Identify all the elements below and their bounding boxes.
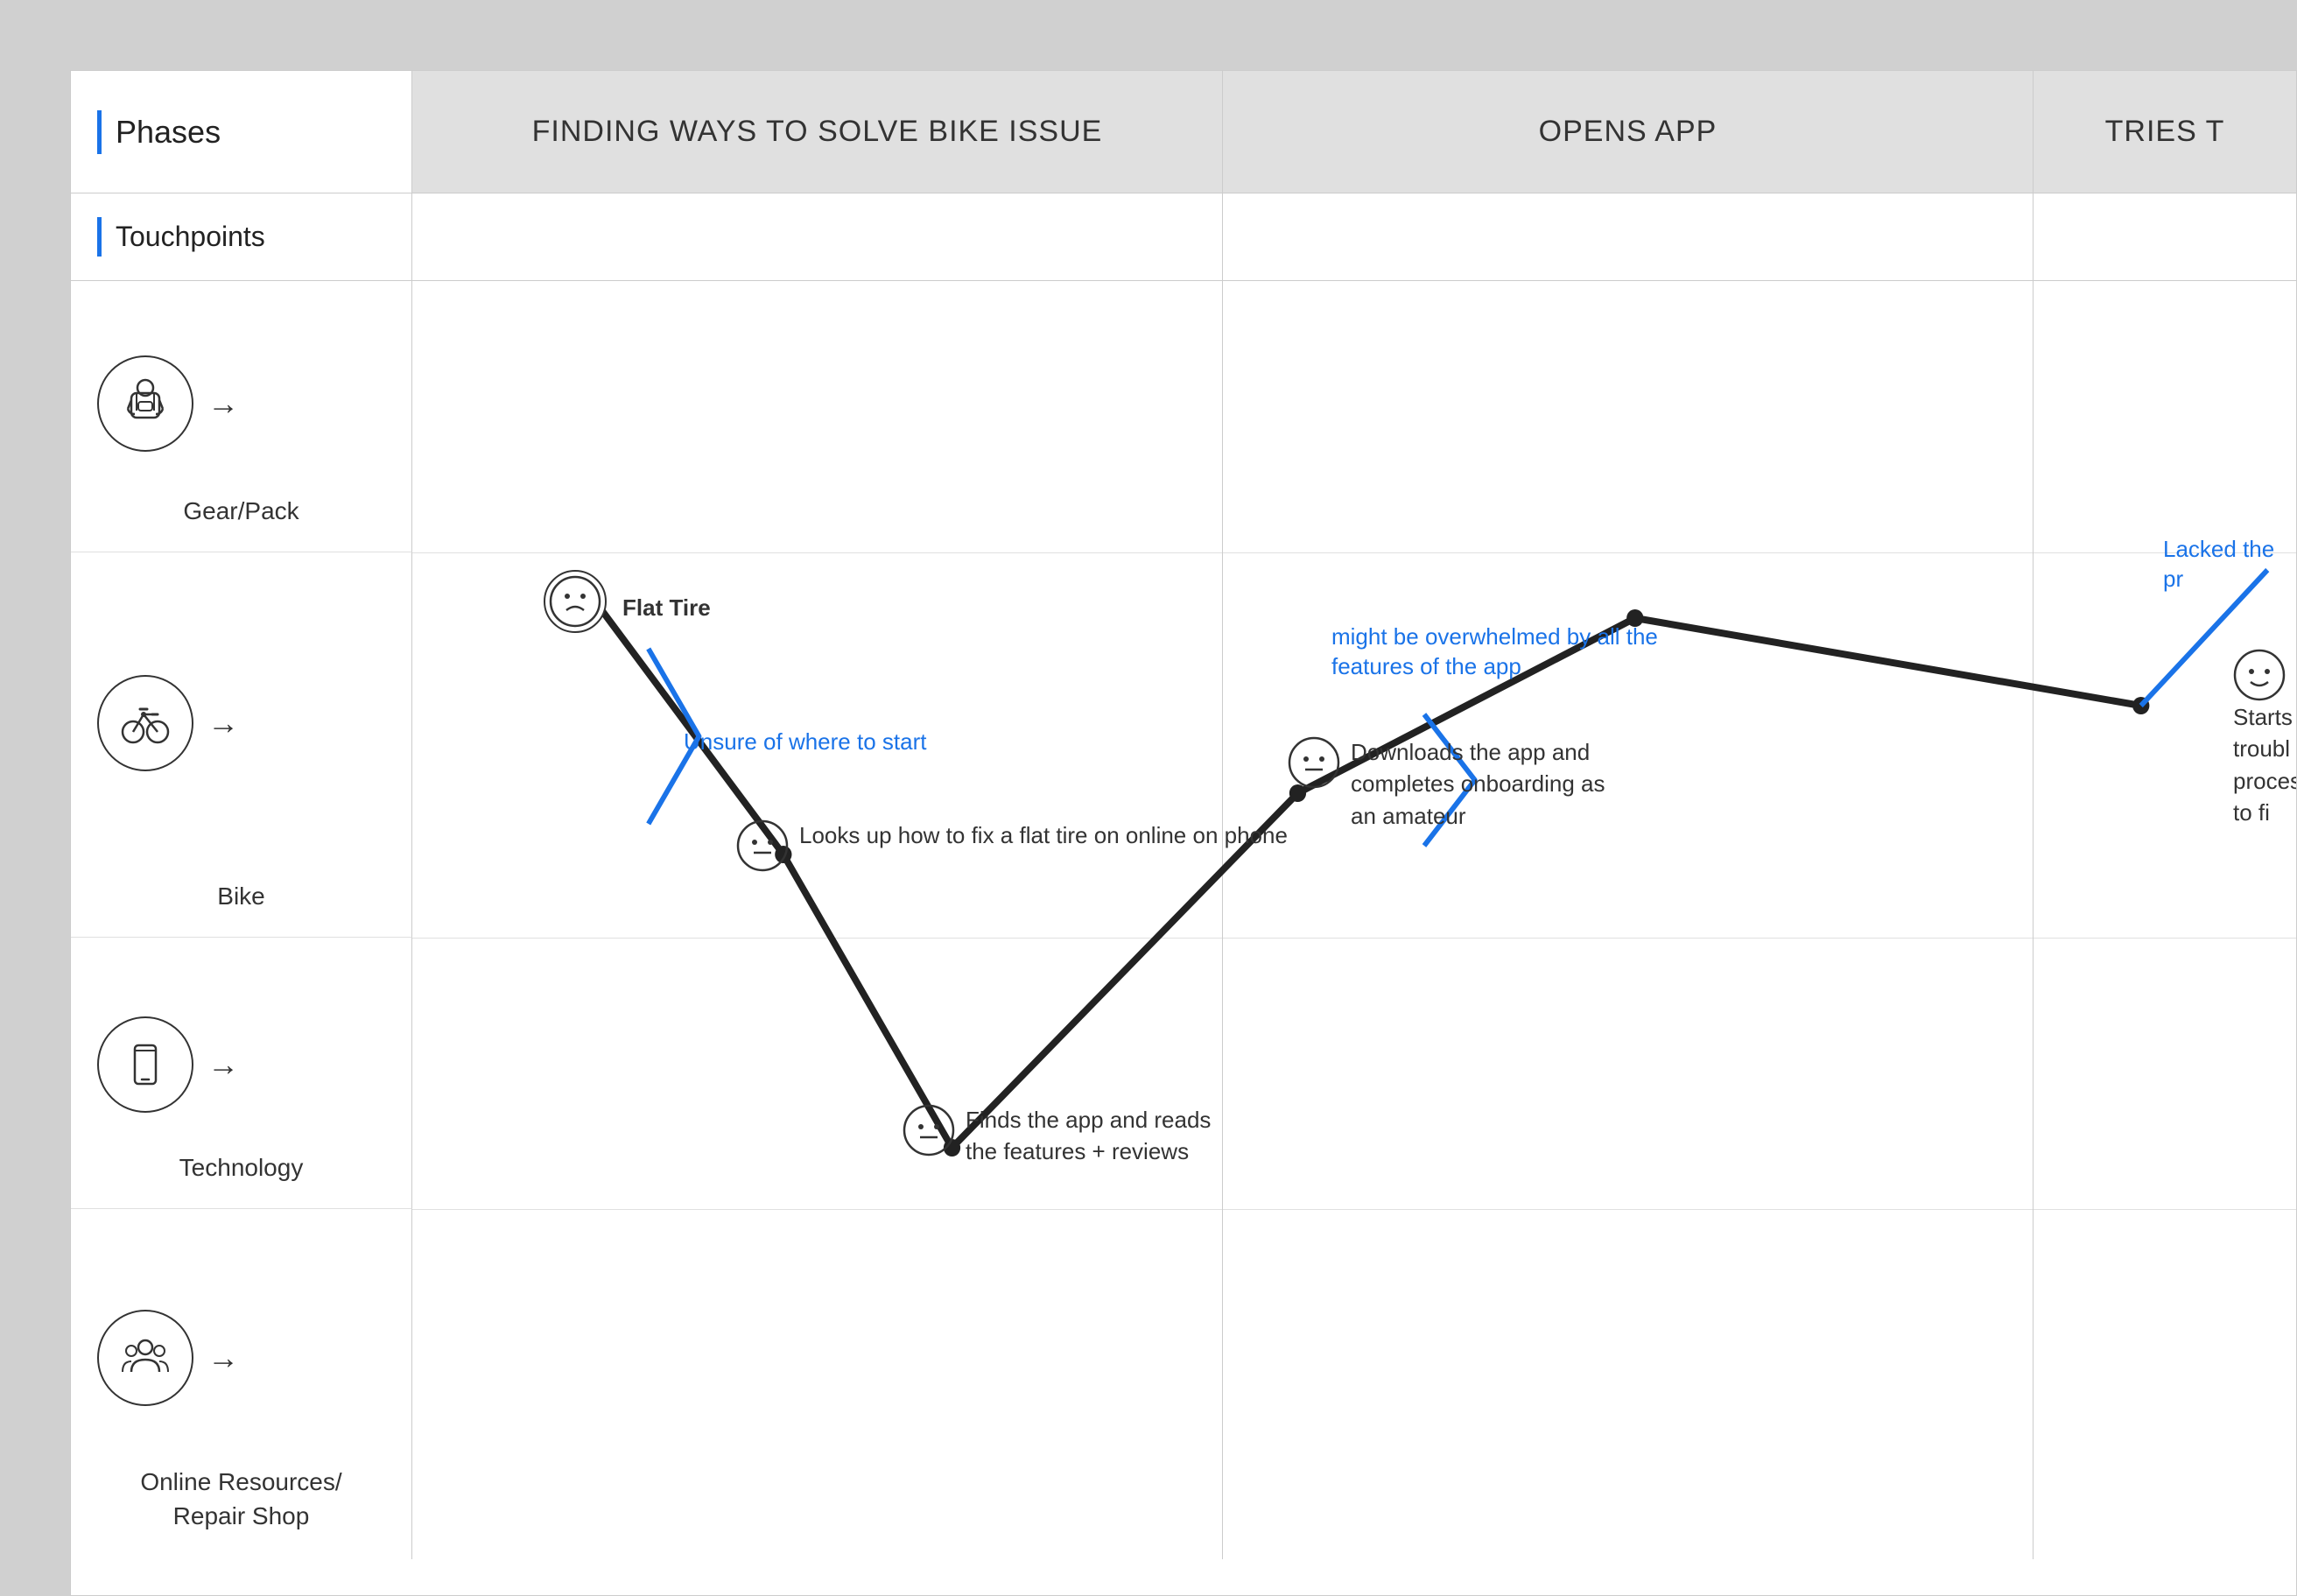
content-area: → Gear/Pack xyxy=(71,281,2296,1559)
phases-label: Phases xyxy=(116,114,221,151)
divider-6 xyxy=(1223,1209,2033,1210)
people-svg xyxy=(119,1332,172,1384)
bike-arrow: → xyxy=(207,705,239,742)
divider-2 xyxy=(412,938,1222,939)
unsure-annotation: Unsure of where to start xyxy=(684,728,926,757)
finds-app-annotation: Finds the app and readsthe features + re… xyxy=(903,1104,1211,1168)
overwhelmed-annotation: might be overwhelmed by all thefeatures … xyxy=(1331,622,1658,682)
starts-trouble-annotation: Starts troublprocess to fi xyxy=(2233,649,2297,829)
tech-label: Technology xyxy=(71,1154,411,1182)
touchpoints-col1 xyxy=(412,193,1223,280)
tech-icon-circle xyxy=(97,1016,193,1113)
bike-icon-circle xyxy=(97,675,193,771)
divider-5 xyxy=(1223,938,2033,939)
finds-app-text: Finds the app and readsthe features + re… xyxy=(966,1104,1211,1168)
divider-3 xyxy=(412,1209,1222,1210)
opens-app-header: OPENS APP xyxy=(1223,71,2034,193)
tech-arrow: → xyxy=(207,1046,239,1083)
divider-8 xyxy=(2034,938,2296,939)
lacked-pr-annotation: Lacked the pr xyxy=(2163,535,2296,594)
sidebar-online-row: → Online Resources/Repair Shop xyxy=(71,1209,412,1559)
overwhelmed-text: might be overwhelmed by all thefeatures … xyxy=(1331,623,1658,679)
online-arrow: → xyxy=(207,1339,239,1376)
sidebar-bike-row: → Bike xyxy=(71,552,412,938)
flat-tire-face xyxy=(544,570,607,633)
finding-ways-title: FINDING WAYS TO SOLVE BIKE ISSUE xyxy=(532,115,1103,149)
downloads-app-annotation: Downloads the app andcompletes onboardin… xyxy=(1288,736,1605,832)
sidebar: → Gear/Pack xyxy=(71,281,412,1559)
opens-app-title: OPENS APP xyxy=(1539,115,1717,149)
tries-header: TRIES T xyxy=(2034,71,2296,193)
gear-pack-icon-circle xyxy=(97,355,193,452)
columns-area: Flat Tire Unsure of where to start Looks… xyxy=(412,281,2296,1559)
sidebar-tech-row: → Technology xyxy=(71,938,412,1209)
divider-4 xyxy=(1223,552,2033,553)
sidebar-gear-row: → Gear/Pack xyxy=(71,281,412,552)
blue-accent-bar xyxy=(97,110,102,154)
touchpoints-col2 xyxy=(1223,193,2034,280)
downloads-app-text: Downloads the app andcompletes onboardin… xyxy=(1351,736,1605,832)
touchpoints-col3 xyxy=(2034,193,2296,280)
touchpoints-row: Touchpoints xyxy=(71,193,2296,281)
col-tries xyxy=(2034,281,2296,1559)
online-resources-label: Online Resources/Repair Shop xyxy=(71,1465,411,1533)
phases-header-cell: Phases xyxy=(71,71,412,193)
looks-up-text: Looks up how to fix a flat tire on onlin… xyxy=(799,819,1288,851)
divider-9 xyxy=(2034,1209,2296,1210)
main-container: Phases FINDING WAYS TO SOLVE BIKE ISSUE … xyxy=(70,70,2297,1596)
gear-pack-svg xyxy=(119,377,172,430)
tries-title: TRIES T xyxy=(2105,115,2225,149)
bike-svg xyxy=(119,697,172,749)
phone-svg xyxy=(119,1038,172,1091)
touchpoints-label: Touchpoints xyxy=(116,221,265,253)
looks-up-annotation: Looks up how to fix a flat tire on onlin… xyxy=(736,819,1288,872)
online-resources-icon-circle xyxy=(97,1310,193,1406)
divider-1 xyxy=(412,552,1222,553)
gear-pack-label: Gear/Pack xyxy=(71,497,411,525)
finding-ways-header: FINDING WAYS TO SOLVE BIKE ISSUE xyxy=(412,71,1223,193)
starts-trouble-text: Starts troublprocess to fi xyxy=(2233,701,2297,829)
gear-arrow: → xyxy=(207,385,239,422)
lacked-pr-text: Lacked the pr xyxy=(2163,536,2274,592)
flat-tire-label: Flat Tire xyxy=(622,592,711,623)
bike-label: Bike xyxy=(71,882,411,910)
header-row: Phases FINDING WAYS TO SOLVE BIKE ISSUE … xyxy=(71,71,2296,193)
touchpoints-blue-bar xyxy=(97,217,102,257)
touchpoints-cell: Touchpoints xyxy=(71,193,412,280)
col-opens-app xyxy=(1223,281,2034,1559)
col-finding-ways xyxy=(412,281,1223,1559)
